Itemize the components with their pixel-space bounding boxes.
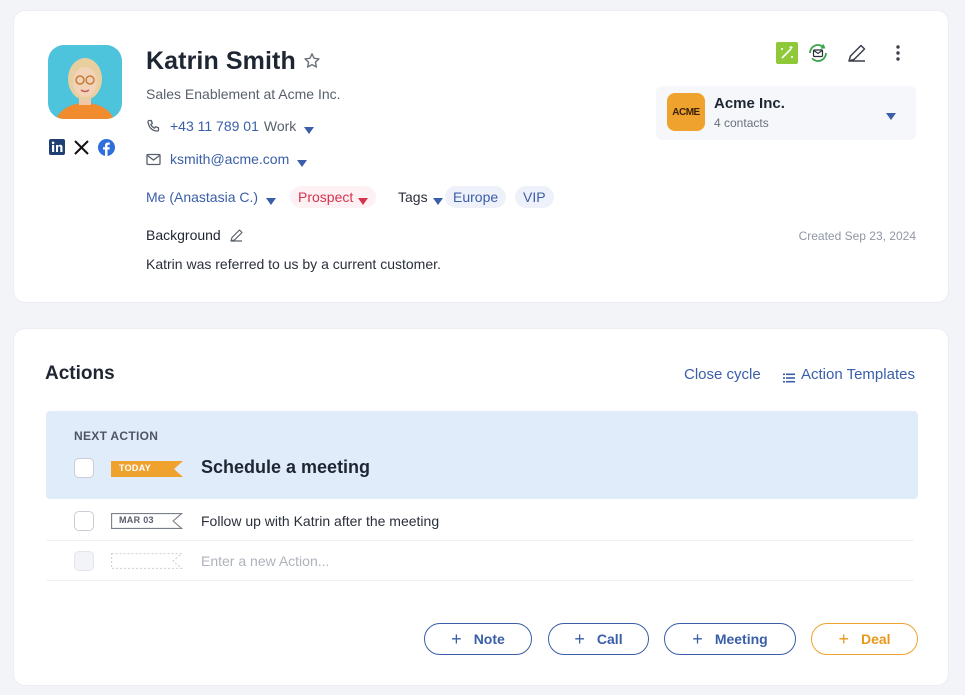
phone-row[interactable]: +43 11 789 01 Work (146, 118, 315, 134)
email-sync-icon[interactable] (806, 41, 830, 65)
status-badge[interactable]: Prospect (290, 186, 377, 208)
add-call-button[interactable]: + Call (548, 623, 649, 655)
next-action-checkbox[interactable] (74, 458, 94, 478)
add-meeting-button[interactable]: + Meeting (664, 623, 796, 655)
action-templates-label: Action Templates (801, 366, 915, 383)
more-vertical-icon[interactable] (886, 41, 910, 65)
created-date: Created Sep 23, 2024 (798, 229, 916, 243)
pencil-icon[interactable] (229, 228, 244, 243)
note-button-label: Note (473, 631, 505, 647)
list-item: MAR 03 Follow up with Katrin after the m… (46, 501, 914, 541)
star-icon[interactable] (303, 52, 321, 70)
owner-label: Me (Anastasia C.) (146, 189, 259, 205)
deal-button-label: Deal (860, 631, 891, 647)
tag-vip[interactable]: VIP (515, 186, 554, 208)
phone-type: Work (263, 118, 297, 134)
actions-title: Actions (45, 363, 115, 384)
x-icon[interactable] (72, 138, 90, 156)
company-logo: ACME (667, 93, 705, 131)
phone-icon (146, 118, 162, 134)
plus-icon: + (451, 629, 462, 649)
tags-selector[interactable]: Tags (398, 189, 443, 205)
due-flag-today[interactable]: TODAY (111, 461, 183, 477)
plus-icon: + (838, 629, 849, 649)
chevron-down-icon[interactable] (304, 122, 315, 134)
chevron-down-icon (886, 108, 896, 120)
add-note-button[interactable]: + Note (424, 623, 532, 655)
action-templates-link[interactable]: Action Templates (783, 366, 915, 383)
edit-icon[interactable] (845, 41, 869, 65)
next-action-panel: NEXT ACTION TODAY Schedule a meeting (46, 411, 918, 499)
email-row[interactable]: ksmith@acme.com (146, 151, 308, 167)
action-title[interactable]: Follow up with Katrin after the meeting (201, 513, 439, 529)
plus-icon: + (692, 629, 703, 649)
due-flag[interactable]: MAR 03 (111, 513, 184, 529)
chevron-down-icon (358, 193, 369, 205)
tags-label: Tags (398, 189, 428, 205)
new-action-row: Enter a new Action... (46, 541, 914, 581)
due-flag-label: MAR 03 (119, 515, 154, 525)
next-action-label: NEXT ACTION (74, 429, 159, 443)
tag-europe[interactable]: Europe (445, 186, 507, 208)
job-title: Sales Enablement at Acme Inc. (146, 86, 341, 102)
company-contacts-count: 4 contacts (714, 116, 769, 130)
background-text: Katrin was referred to us by a current c… (146, 256, 441, 272)
list-icon (783, 370, 795, 382)
mail-icon (146, 151, 162, 167)
chevron-down-icon (432, 193, 443, 205)
email-address[interactable]: ksmith@acme.com (170, 151, 289, 167)
phone-number[interactable]: +43 11 789 01 (170, 118, 259, 134)
new-action-checkbox (74, 551, 94, 571)
magic-wand-icon[interactable] (775, 41, 799, 65)
contact-name: Katrin Smith (146, 47, 296, 75)
new-action-input[interactable]: Enter a new Action... (201, 553, 329, 569)
close-cycle-link[interactable]: Close cycle (684, 366, 761, 383)
background-label: Background (146, 227, 221, 243)
status-label: Prospect (298, 189, 354, 205)
call-button-label: Call (596, 631, 623, 647)
due-flag-placeholder[interactable] (111, 553, 183, 569)
background-section: Background (146, 227, 244, 243)
meeting-button-label: Meeting (714, 631, 768, 647)
add-deal-button[interactable]: + Deal (811, 623, 918, 655)
chevron-down-icon (266, 193, 277, 205)
chevron-down-icon[interactable] (297, 155, 308, 167)
actions-card: Actions Close cycle Action Templates NEX… (13, 328, 949, 686)
owner-selector[interactable]: Me (Anastasia C.) (146, 189, 277, 205)
company-name: Acme Inc. (714, 95, 785, 112)
linkedin-icon[interactable] (48, 138, 66, 156)
action-checkbox[interactable] (74, 511, 94, 531)
facebook-icon[interactable] (97, 138, 115, 156)
next-action-title[interactable]: Schedule a meeting (201, 457, 370, 478)
plus-icon: + (574, 629, 585, 649)
avatar (48, 45, 122, 119)
contact-card: Katrin Smith Sales Enablement at Acme In… (13, 10, 949, 303)
company-selector[interactable]: ACME Acme Inc. 4 contacts (656, 86, 916, 140)
due-flag-label: TODAY (119, 463, 152, 473)
